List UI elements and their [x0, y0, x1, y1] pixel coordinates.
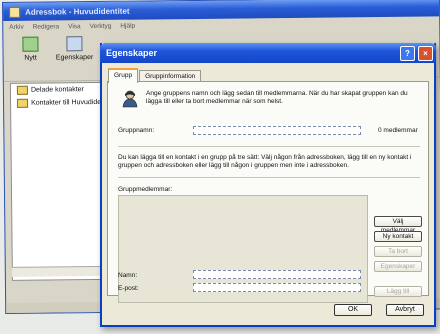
help-button[interactable]: ? — [400, 45, 415, 61]
folder-tree: Delade kontakter Kontakter till Huvudide… — [9, 81, 116, 281]
folder-icon — [16, 85, 28, 95]
remove-button[interactable]: Ta bort — [374, 246, 422, 257]
intro-text: Ange gruppens namn och lägg sedan till m… — [146, 90, 408, 105]
menu-file[interactable]: Arkiv — [9, 23, 24, 30]
separator — [118, 146, 420, 147]
menu-help[interactable]: Hjälp — [120, 22, 135, 29]
properties-toolbar-label: Egenskaper — [55, 54, 94, 62]
dialog-title: Egenskaper — [106, 48, 158, 58]
separator — [118, 177, 420, 178]
new-contact-button[interactable]: Ny kontakt — [374, 231, 422, 242]
add-button[interactable]: Lägg till — [374, 286, 422, 297]
dialog-tabs: Grupp Gruppinformation — [102, 63, 434, 83]
name-input[interactable] — [193, 270, 361, 279]
tree-horizontal-scrollbar[interactable] — [11, 265, 107, 277]
group-name-input[interactable] — [193, 126, 361, 135]
tab-group[interactable]: Grupp — [108, 68, 139, 83]
name-label: Namn: — [118, 272, 138, 279]
cancel-button[interactable]: Avbryt — [386, 304, 424, 316]
tree-item-label: Delade kontakter — [30, 86, 84, 94]
email-label: E-post: — [118, 285, 139, 292]
properties-dialog: Egenskaper ? × Grupp Gruppinformation An… — [100, 43, 436, 327]
tree-item-shared-contacts[interactable]: Delade kontakter — [11, 83, 106, 97]
tree-item-main-contacts[interactable]: Kontakter till Huvudidentitet — [11, 96, 116, 110]
menu-view[interactable]: Visa — [68, 23, 81, 30]
dialog-titlebar: Egenskaper ? × — [100, 43, 436, 63]
intro-section: Ange gruppens namn och lägg sedan till m… — [122, 90, 418, 108]
address-book-title: Adressbok - Huvudidentitet — [25, 6, 130, 17]
add-contact-info: Du kan lägga till en kontakt i en grupp … — [118, 154, 412, 169]
group-members-label: Gruppmedlemmar: — [118, 186, 173, 193]
folder-icon — [17, 98, 29, 108]
group-tab-pane: Ange gruppens namn och lägg sedan till m… — [107, 81, 429, 303]
ok-button[interactable]: OK — [334, 304, 372, 316]
new-button-label: Nytt — [24, 54, 37, 62]
menu-edit[interactable]: Redigera — [33, 23, 59, 30]
member-properties-button[interactable]: Egenskaper — [374, 261, 422, 272]
help-icon: ? — [405, 48, 410, 58]
close-icon: × — [423, 48, 428, 58]
email-input[interactable] — [193, 283, 361, 292]
new-contact-icon — [22, 36, 39, 52]
properties-icon — [66, 36, 83, 52]
select-members-button[interactable]: Välj medlemmar — [374, 216, 422, 234]
address-book-icon — [9, 6, 21, 18]
member-count: 0 medlemmar — [378, 127, 418, 134]
close-button[interactable]: × — [418, 45, 433, 61]
group-name-label: Gruppnamn: — [118, 127, 155, 134]
group-person-icon — [122, 90, 138, 108]
properties-toolbar-button[interactable]: Egenskaper — [55, 36, 94, 76]
menu-tools[interactable]: Verktyg — [90, 22, 112, 29]
new-button[interactable]: Nytt — [13, 36, 47, 77]
